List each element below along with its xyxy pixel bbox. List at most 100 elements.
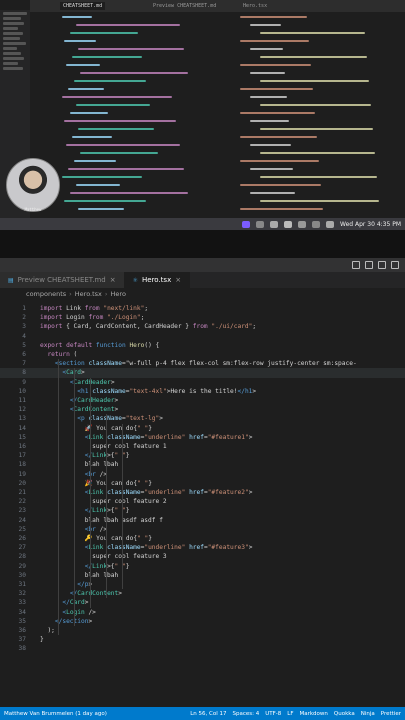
recording-code-line [240, 208, 323, 210]
toggle-sidebar-icon[interactable] [352, 261, 360, 269]
screen-share-icon[interactable] [256, 220, 264, 228]
line-number: 35 [18, 617, 26, 625]
code-line[interactable]: 4 [0, 332, 405, 341]
recording-code-line [240, 88, 313, 90]
line-number: 9 [22, 378, 26, 386]
typescript-react-icon: ⚛ [132, 276, 138, 284]
indent-guide [58, 359, 59, 636]
code-line[interactable]: 28 super cool feature 3 [0, 552, 405, 561]
code-line[interactable]: 37} [0, 635, 405, 644]
code-line[interactable]: 23 </Link>{" "} [0, 506, 405, 515]
line-number: 4 [22, 332, 26, 340]
code-line[interactable]: 12 <CardContent> [0, 405, 405, 414]
indentation-status[interactable]: Spaces: 4 [232, 711, 259, 717]
code-line[interactable]: 8 <Card> [0, 368, 405, 378]
recording-tab: CHEATSHEET.md [60, 2, 106, 10]
code-line[interactable]: 6 return ( [0, 350, 405, 359]
chevron-right-icon: › [104, 290, 108, 298]
code-line[interactable]: 21 <Link className="underline" href="#fe… [0, 488, 405, 497]
toggle-secondary-sidebar-icon[interactable] [378, 261, 386, 269]
code-line[interactable]: 38 [0, 644, 405, 653]
code-line[interactable]: 33 </Card> [0, 598, 405, 607]
indent-guide [122, 423, 123, 590]
tab-hero-tsx[interactable]: ⚛ Hero.tsx × [124, 272, 191, 288]
code-text: } [40, 636, 44, 644]
code-line[interactable]: 27 <Link className="underline" href="#fe… [0, 543, 405, 552]
code-line[interactable]: 31 </p> [0, 580, 405, 589]
code-line[interactable]: 30 blah lbah [0, 571, 405, 580]
code-line[interactable]: 24 blah lbah asdf asdf f [0, 516, 405, 525]
menu-bar-clock[interactable]: Wed Apr 30 4:35 PM [340, 221, 401, 228]
tab-preview-cheatsheet[interactable]: ▤ Preview CHEATSHEET.md × [0, 272, 125, 288]
recording-code-line [74, 160, 116, 162]
encoding-status[interactable]: UTF-8 [265, 711, 281, 717]
code-line[interactable]: 17 </Link>{" "} [0, 451, 405, 460]
markdown-preview-icon: ▤ [8, 276, 14, 284]
ninja-status[interactable]: Ninja [361, 711, 375, 717]
bluetooth-icon[interactable] [270, 220, 278, 228]
indent-guide [106, 414, 107, 599]
code-text: <section className="w-full p-4 flex flex… [54, 360, 357, 368]
code-line[interactable]: 9 <CardHeader> [0, 378, 405, 387]
breadcrumb-item[interactable]: Hero [111, 290, 126, 298]
code-line[interactable]: 22 super cool feature 2 [0, 497, 405, 506]
language-mode[interactable]: Markdown [300, 711, 328, 717]
code-line[interactable]: 34 <Login /> [0, 608, 405, 617]
editor-title-bar [0, 258, 405, 272]
recording-code-line [70, 32, 138, 34]
breadcrumb-item[interactable]: Hero.tsx [75, 290, 102, 298]
close-icon[interactable]: × [110, 276, 116, 284]
line-number: 20 [18, 479, 26, 487]
code-line[interactable]: 29 </Link>{" "} [0, 562, 405, 571]
code-line[interactable]: 14 🚀 You can do{" "} [0, 424, 405, 433]
code-text: <Link className="underline" href="#featu… [84, 433, 253, 441]
quokka-status[interactable]: Quokka [334, 711, 355, 717]
customize-layout-icon[interactable] [391, 261, 399, 269]
breadcrumb-item[interactable]: components [26, 290, 66, 298]
search-icon[interactable] [312, 220, 320, 228]
code-line[interactable]: 1 import Link from "next/link"; [0, 304, 405, 313]
toggle-panel-icon[interactable] [365, 261, 373, 269]
code-line[interactable]: 3 import { Card, CardContent, CardHeader … [0, 322, 405, 331]
code-line[interactable]: 5 export default function Hero() { [0, 341, 405, 350]
code-editor[interactable]: 1 import Link from "next/link"; 2 import Lo… [0, 300, 405, 707]
line-number: 19 [18, 470, 26, 478]
recording-code-line [260, 128, 373, 130]
code-line[interactable]: 35 </section> [0, 617, 405, 626]
prettier-status[interactable]: Prettier [381, 711, 401, 717]
code-line[interactable]: 19 <br /> [0, 470, 405, 479]
line-number: 10 [18, 387, 26, 395]
code-line[interactable]: 7 <section className="w-full p-4 flex fl… [0, 359, 405, 368]
code-line[interactable]: 36 ); [0, 626, 405, 635]
code-line[interactable]: 26 🔑 You can do{" "} [0, 534, 405, 543]
code-line[interactable]: 2 import Login from "./Login"; [0, 313, 405, 322]
code-line[interactable]: 11 </CardHeader> [0, 396, 405, 405]
control-center-icon[interactable] [326, 220, 334, 228]
code-text: </Link>{" "} [84, 452, 130, 460]
recording-indicator-icon[interactable] [242, 220, 250, 228]
code-line[interactable]: 32 </CardContent> [0, 589, 405, 598]
battery-icon[interactable] [284, 220, 292, 228]
recording-code-line [240, 16, 307, 18]
recording-code-line [62, 96, 172, 98]
code-line[interactable]: 10 <h1 className="text-4xl">Here is the … [0, 387, 405, 396]
recording-code-line [240, 160, 319, 162]
recording-code-line [250, 144, 291, 146]
line-number: 34 [18, 608, 26, 616]
close-icon[interactable]: × [175, 276, 181, 284]
recording-code-line [70, 192, 188, 194]
cursor-position[interactable]: Ln 56, Col 17 [190, 711, 226, 717]
code-text: 🔑 You can do{" "} [40, 535, 153, 542]
eol-status[interactable]: LF [287, 711, 293, 717]
code-line[interactable]: 13 <p className="text-lg"> [0, 414, 405, 423]
recording-code-line [62, 176, 142, 178]
recording-code-line [240, 184, 321, 186]
wifi-icon[interactable] [298, 220, 306, 228]
code-line[interactable]: 18 blah lbah [0, 460, 405, 469]
code-line[interactable]: 20 🎉 You can do{" "} [0, 479, 405, 488]
code-line[interactable]: 16 super cool feature 1 [0, 442, 405, 451]
git-blame-status[interactable]: Matthew Van Brummelen (1 day ago) [4, 711, 107, 717]
code-line[interactable]: 15 <Link className="underline" href="#fe… [0, 433, 405, 442]
code-text: </section> [54, 617, 93, 625]
code-line[interactable]: 25 <br /> [0, 525, 405, 534]
